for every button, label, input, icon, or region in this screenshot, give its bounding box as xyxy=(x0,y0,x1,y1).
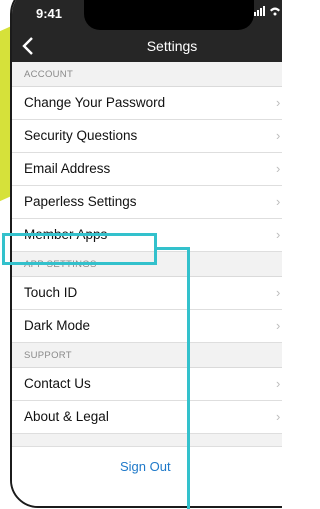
status-time: 9:41 xyxy=(36,6,63,21)
chevron-right-icon: › xyxy=(276,376,281,391)
stage: 9:41 Settings ACCOUNT Change Your Passwo… xyxy=(0,0,282,509)
section-header-account: ACCOUNT xyxy=(12,62,282,87)
back-chevron-icon[interactable] xyxy=(22,32,42,58)
chevron-right-icon: › xyxy=(276,409,281,424)
sign-out-label: Sign Out xyxy=(120,459,171,474)
chevron-right-icon: › xyxy=(276,227,281,242)
settings-item-label: Dark Mode xyxy=(24,318,91,333)
status-bar: 9:41 xyxy=(12,0,282,30)
settings-item-label: Change Your Password xyxy=(24,95,166,110)
settings-item-label: Paperless Settings xyxy=(24,194,137,209)
chevron-right-icon: › xyxy=(276,318,281,333)
callout-connector-horizontal xyxy=(157,247,190,250)
settings-item-label: Contact Us xyxy=(24,376,91,391)
settings-item-label: Security Questions xyxy=(24,128,138,143)
member-apps-highlight xyxy=(2,233,157,265)
settings-item-change-password[interactable]: Change Your Password › xyxy=(12,87,282,120)
settings-item-touch-id[interactable]: Touch ID › xyxy=(12,277,282,310)
sign-out-button[interactable]: Sign Out xyxy=(12,446,282,506)
section-header-label: SUPPORT xyxy=(24,350,72,361)
settings-item-paperless-settings[interactable]: Paperless Settings › xyxy=(12,186,282,219)
page-title: Settings xyxy=(146,38,198,54)
section-header-label: ACCOUNT xyxy=(24,69,74,80)
nav-bar: Settings xyxy=(12,30,282,62)
section-header-support: SUPPORT xyxy=(12,343,282,368)
settings-item-contact-us[interactable]: Contact Us › xyxy=(12,368,282,401)
chevron-right-icon: › xyxy=(276,95,281,110)
settings-item-about-legal[interactable]: About & Legal › xyxy=(12,401,282,434)
chevron-right-icon: › xyxy=(276,161,281,176)
settings-item-dark-mode[interactable]: Dark Mode › xyxy=(12,310,282,343)
settings-item-security-questions[interactable]: Security Questions › xyxy=(12,120,282,153)
chevron-right-icon: › xyxy=(276,285,281,300)
settings-item-label: Email Address xyxy=(24,161,111,176)
settings-item-label: Touch ID xyxy=(24,285,78,300)
settings-item-email-address[interactable]: Email Address › xyxy=(12,153,282,186)
chevron-right-icon: › xyxy=(276,128,281,143)
signal-wifi-battery-icon xyxy=(254,6,282,19)
settings-item-label: About & Legal xyxy=(24,409,109,424)
notch xyxy=(84,0,254,30)
chevron-right-icon: › xyxy=(276,194,281,209)
callout-connector-vertical xyxy=(187,247,190,509)
